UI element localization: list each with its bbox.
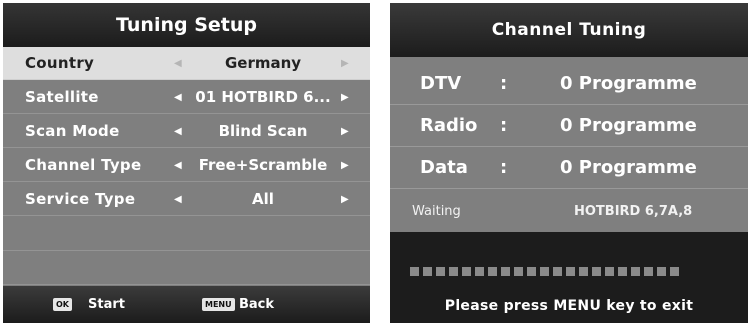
scan-status-row: Waiting HOTBIRD 6,7A,8 xyxy=(390,192,748,232)
progress-segment xyxy=(566,267,575,276)
menu-row-value: 01 HOTBIRD 6... xyxy=(195,88,331,106)
menu-blank-row xyxy=(3,251,370,285)
start-hint: Start xyxy=(88,297,125,312)
menu-row-country[interactable]: Country ◀ Germany ▶ xyxy=(3,47,370,80)
progress-segment xyxy=(553,267,562,276)
progress-segment xyxy=(540,267,549,276)
menu-row-value: Germany xyxy=(224,54,302,72)
status-label: Waiting xyxy=(412,204,461,219)
progress-segment xyxy=(618,267,627,276)
progress-segment xyxy=(657,267,666,276)
arrow-left-icon[interactable]: ◀ xyxy=(174,115,182,148)
menu-row-value: Blind Scan xyxy=(218,122,308,140)
progress-segment xyxy=(501,267,510,276)
menu-row-channel-type[interactable]: Channel Type ◀ Free+Scramble ▶ xyxy=(3,149,370,182)
progress-segment xyxy=(436,267,445,276)
menu-row-satellite[interactable]: Satellite ◀ 01 HOTBIRD 6... ▶ xyxy=(3,81,370,114)
arrow-left-icon[interactable]: ◀ xyxy=(174,47,182,80)
progress-segment xyxy=(514,267,523,276)
count-colon: : xyxy=(500,115,508,136)
progress-segment xyxy=(462,267,471,276)
count-row-data: Data : 0 Programme xyxy=(390,147,748,189)
progress-segment xyxy=(605,267,614,276)
scan-progress-bar xyxy=(410,267,730,276)
progress-segment xyxy=(410,267,419,276)
menu-row-service-type[interactable]: Service Type ◀ All ▶ xyxy=(3,183,370,216)
channel-tuning-footer: Please press MENU key to exit xyxy=(390,232,748,323)
exit-hint: Please press MENU key to exit xyxy=(444,298,694,314)
arrow-right-icon[interactable]: ▶ xyxy=(341,183,349,216)
count-value: 0 Programme xyxy=(560,115,697,136)
tuning-setup-panel: Tuning Setup Country ◀ Germany ▶ Satelli… xyxy=(3,3,370,323)
progress-segment xyxy=(592,267,601,276)
progress-segment xyxy=(631,267,640,276)
count-colon: : xyxy=(500,157,508,178)
arrow-left-icon[interactable]: ◀ xyxy=(174,81,182,114)
arrow-left-icon[interactable]: ◀ xyxy=(174,149,182,182)
status-value: HOTBIRD 6,7A,8 xyxy=(574,204,693,219)
count-colon: : xyxy=(500,73,508,94)
count-value: 0 Programme xyxy=(560,73,697,94)
arrow-left-icon[interactable]: ◀ xyxy=(174,183,182,216)
progress-segment xyxy=(423,267,432,276)
menu-row-label: Scan Mode xyxy=(25,122,120,140)
arrow-right-icon[interactable]: ▶ xyxy=(341,149,349,182)
progress-segment xyxy=(644,267,653,276)
count-label: Radio xyxy=(420,115,478,136)
count-label: Data xyxy=(420,157,468,178)
progress-segment xyxy=(579,267,588,276)
arrow-right-icon[interactable]: ▶ xyxy=(341,81,349,114)
count-row-dtv: DTV : 0 Programme xyxy=(390,63,748,105)
progress-segment xyxy=(488,267,497,276)
menu-row-scan-mode[interactable]: Scan Mode ◀ Blind Scan ▶ xyxy=(3,115,370,148)
arrow-right-icon[interactable]: ▶ xyxy=(341,47,349,80)
channel-tuning-title: Channel Tuning xyxy=(390,3,748,57)
menu-row-value: Free+Scramble xyxy=(198,156,328,174)
menu-row-value: All xyxy=(252,190,274,208)
progress-segment xyxy=(527,267,536,276)
menu-row-label: Country xyxy=(25,54,95,72)
tuning-setup-title: Tuning Setup xyxy=(3,3,370,47)
menu-row-label: Service Type xyxy=(25,190,136,208)
back-hint: Back xyxy=(239,297,275,312)
menu-key-icon: MENU xyxy=(202,298,235,311)
arrow-right-icon[interactable]: ▶ xyxy=(341,115,349,148)
count-row-radio: Radio : 0 Programme xyxy=(390,105,748,147)
menu-blank-row xyxy=(3,217,370,251)
count-label: DTV xyxy=(420,73,462,94)
menu-row-label: Channel Type xyxy=(25,156,142,174)
progress-segment xyxy=(670,267,679,276)
count-value: 0 Programme xyxy=(560,157,697,178)
progress-segment xyxy=(449,267,458,276)
tuning-setup-footer: OK Start MENU Back xyxy=(3,286,370,323)
ok-key-icon: OK xyxy=(53,298,72,311)
menu-row-label: Satellite xyxy=(25,88,99,106)
progress-segment xyxy=(475,267,484,276)
channel-tuning-panel: Channel Tuning DTV : 0 Programme Radio :… xyxy=(390,3,748,323)
